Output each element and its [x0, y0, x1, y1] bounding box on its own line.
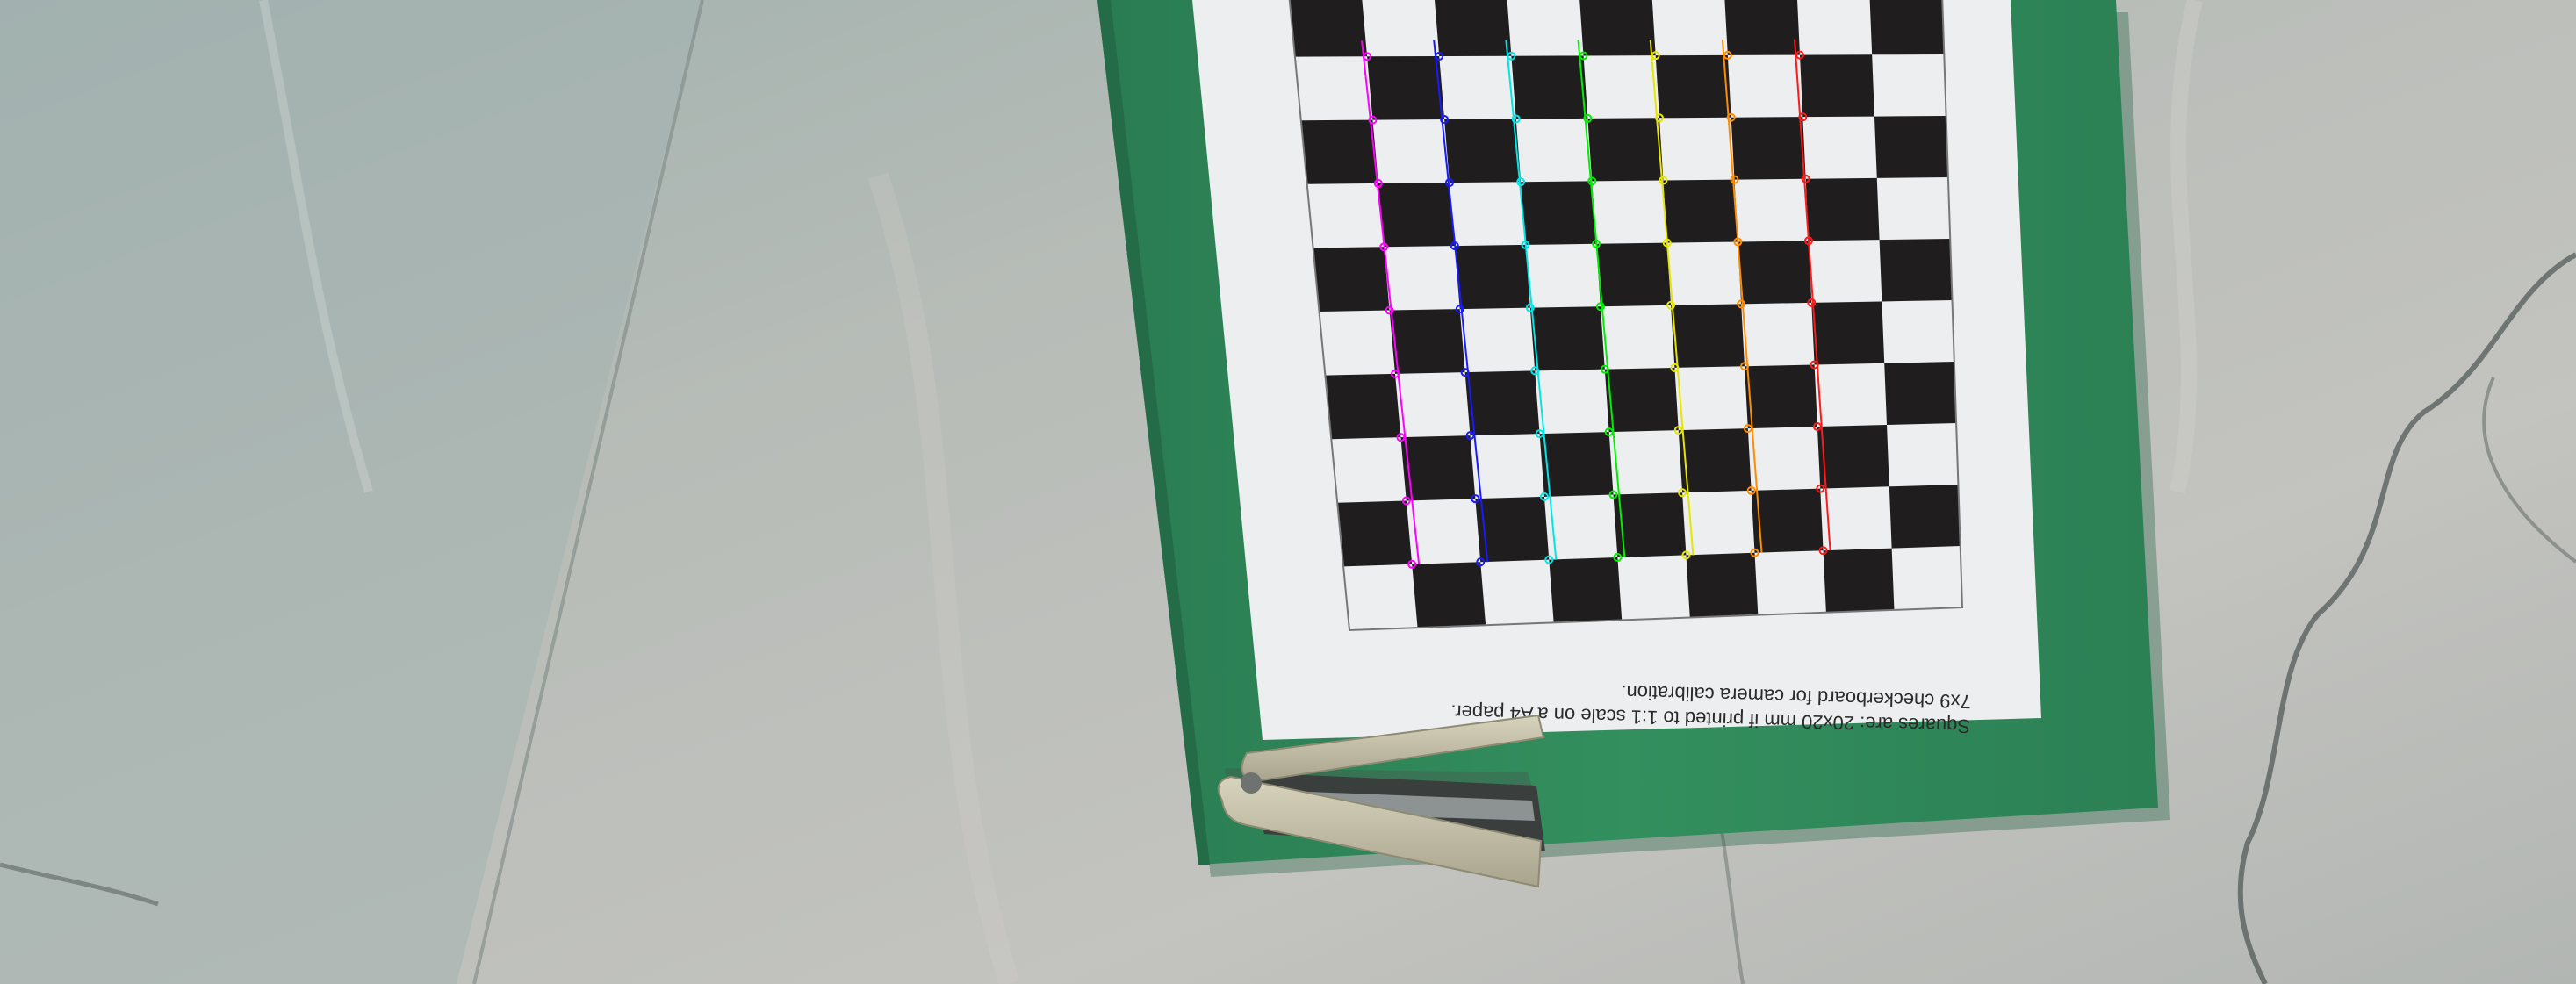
checker-square [1596, 242, 1672, 307]
checker-square [1811, 301, 1885, 365]
checker-square [1367, 56, 1445, 120]
checker-square [1663, 179, 1738, 243]
checker-square [1400, 435, 1476, 501]
checker-square [1745, 364, 1817, 429]
checker-square [1587, 118, 1664, 182]
checker-square [1325, 373, 1401, 440]
checker-square [1731, 117, 1806, 180]
checker-square [1521, 181, 1597, 245]
checker-square [1686, 552, 1759, 618]
checker-square [1874, 116, 1948, 178]
checker-square [1738, 241, 1812, 305]
checker-square [1389, 309, 1465, 374]
checker-square [1579, 0, 1656, 56]
checker-square [1434, 0, 1512, 57]
checker-square [1529, 306, 1605, 371]
checker-square [1884, 362, 1957, 426]
checker-square [1724, 0, 1800, 55]
checker-square [1464, 370, 1540, 436]
checker-square [1805, 177, 1880, 241]
calibration-checkerboard: 7x9 checkerboard for camera calibration.… [1192, 0, 2041, 740]
checker-square [1751, 488, 1824, 553]
checker-square [1337, 500, 1413, 567]
checker-square [1823, 548, 1895, 613]
checker-square [1444, 119, 1522, 183]
checker-square [1412, 562, 1486, 628]
checker-square [1300, 119, 1378, 184]
checker-square [1889, 485, 1961, 549]
checker-square [1549, 557, 1623, 623]
checker-square [1655, 54, 1731, 119]
checker-square [1313, 247, 1390, 312]
photo-scene: 7x9 checkerboard for camera calibration.… [0, 0, 2576, 984]
checker-square [1879, 239, 1953, 302]
checker-square [1799, 54, 1874, 118]
checker-square [1539, 432, 1614, 497]
checker-square [1289, 0, 1368, 57]
checker-square [1511, 55, 1588, 119]
checker-square [1454, 244, 1530, 310]
checker-square [1378, 183, 1455, 248]
checker-square [1678, 428, 1752, 493]
checker-square [1671, 304, 1745, 368]
checker-square [1817, 425, 1889, 489]
checker-square [1869, 0, 1945, 55]
checker-square [1604, 367, 1679, 433]
